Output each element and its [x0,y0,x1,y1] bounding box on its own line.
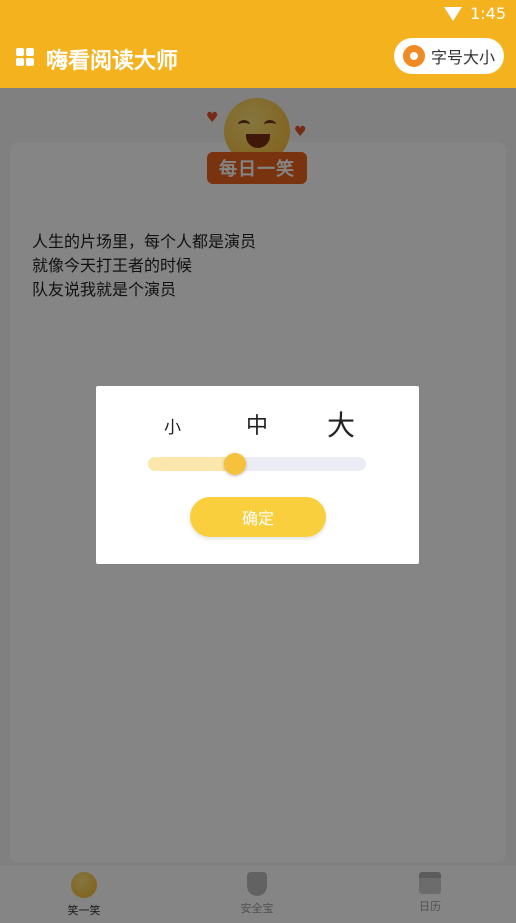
app-title: 嗨看阅读大师 [46,49,179,74]
wifi-icon [444,6,463,21]
size-option-medium[interactable]: 中 [246,408,268,440]
grid-menu-icon[interactable] [16,48,34,66]
status-time: 1:45 [470,4,506,23]
gear-icon [402,45,425,67]
status-bar: 1:45 [0,0,516,30]
font-size-button[interactable]: 字号大小 [394,38,504,74]
confirm-button[interactable]: 确定 [190,497,326,537]
size-option-small[interactable]: 小 [164,413,181,438]
size-option-large[interactable]: 大 [327,404,355,444]
font-size-dialog: 小 中 大 确定 [96,386,419,564]
app-header: 嗨看阅读大师 字号大小 [0,30,516,88]
slider-handle[interactable] [224,453,247,475]
font-size-slider[interactable] [148,453,366,475]
slider-fill [148,457,236,471]
font-size-button-label: 字号大小 [430,48,495,67]
